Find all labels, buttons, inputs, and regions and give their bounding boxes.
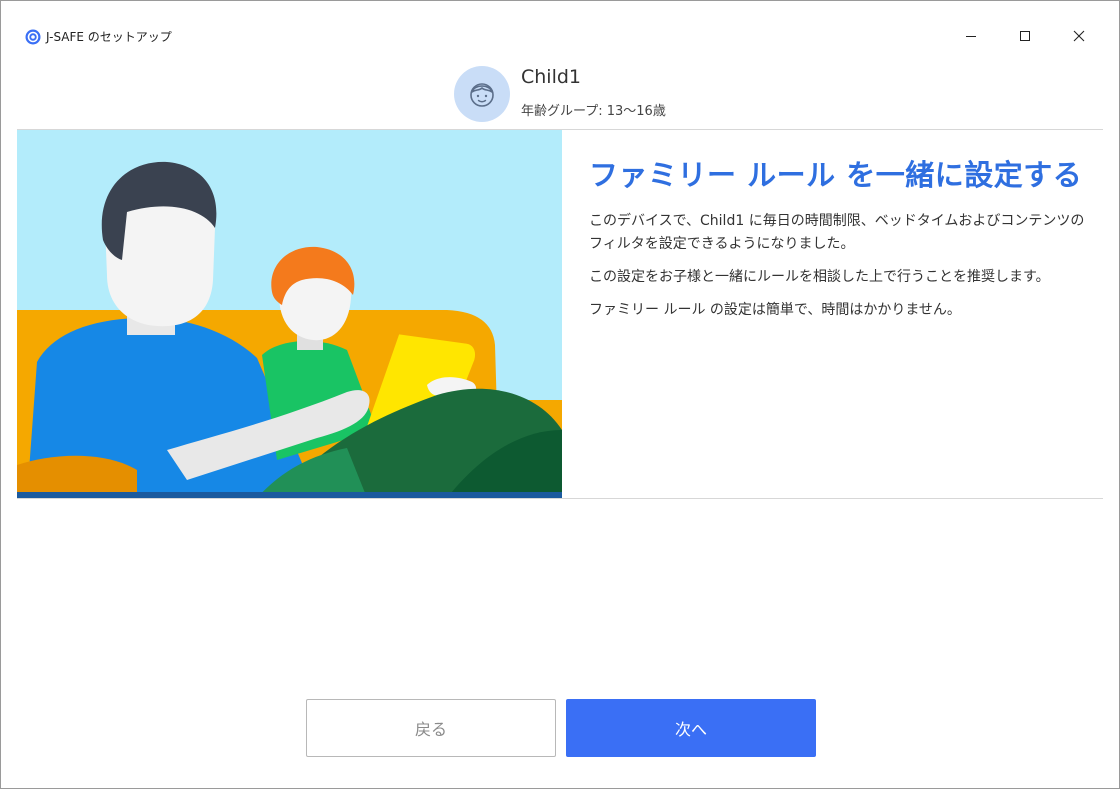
avatar — [454, 66, 510, 122]
close-button[interactable] — [1059, 21, 1099, 51]
j-safe-icon — [25, 29, 41, 45]
intro-text-area: ファミリー ルール を一緒に設定する このデバイスで、Child1 に毎日の時間… — [589, 152, 1089, 332]
minimize-icon — [966, 36, 976, 37]
window-title: J-SAFE のセットアップ — [46, 30, 172, 44]
description-paragraph: このデバイスで、Child1 に毎日の時間制限、ベッドタイムおよびコンテンツのフ… — [589, 213, 1085, 252]
ease-paragraph: ファミリー ルール の設定は簡単で、時間はかかりません。 — [589, 302, 961, 318]
next-button[interactable]: 次へ — [566, 699, 816, 757]
profile-header: Child1 年齢グループ: 13〜16歳 — [1, 56, 1119, 128]
setup-window: J-SAFE のセットアップ Child1 年齢グループ: 13〜16歳 ファミ… — [0, 0, 1120, 789]
family-on-couch-illustration — [17, 130, 562, 498]
child-name: Child1 — [521, 66, 582, 88]
content-panel: ファミリー ルール を一緒に設定する このデバイスで、Child1 に毎日の時間… — [17, 129, 1103, 499]
maximize-button[interactable] — [1005, 21, 1045, 51]
age-group-label: 年齢グループ: 13〜16歳 — [521, 104, 666, 119]
back-button[interactable]: 戻る — [306, 699, 556, 757]
title-bar: J-SAFE のセットアップ — [1, 1, 1119, 45]
minimize-button[interactable] — [951, 21, 991, 51]
page-heading: ファミリー ルール を一緒に設定する — [589, 158, 1083, 192]
maximize-icon — [1020, 31, 1030, 41]
recommendation-paragraph: この設定をお子様と一緒にルールを相談した上で行うことを推奨します。 — [589, 269, 1050, 285]
child-face-icon — [470, 83, 494, 107]
close-icon — [1073, 30, 1085, 42]
